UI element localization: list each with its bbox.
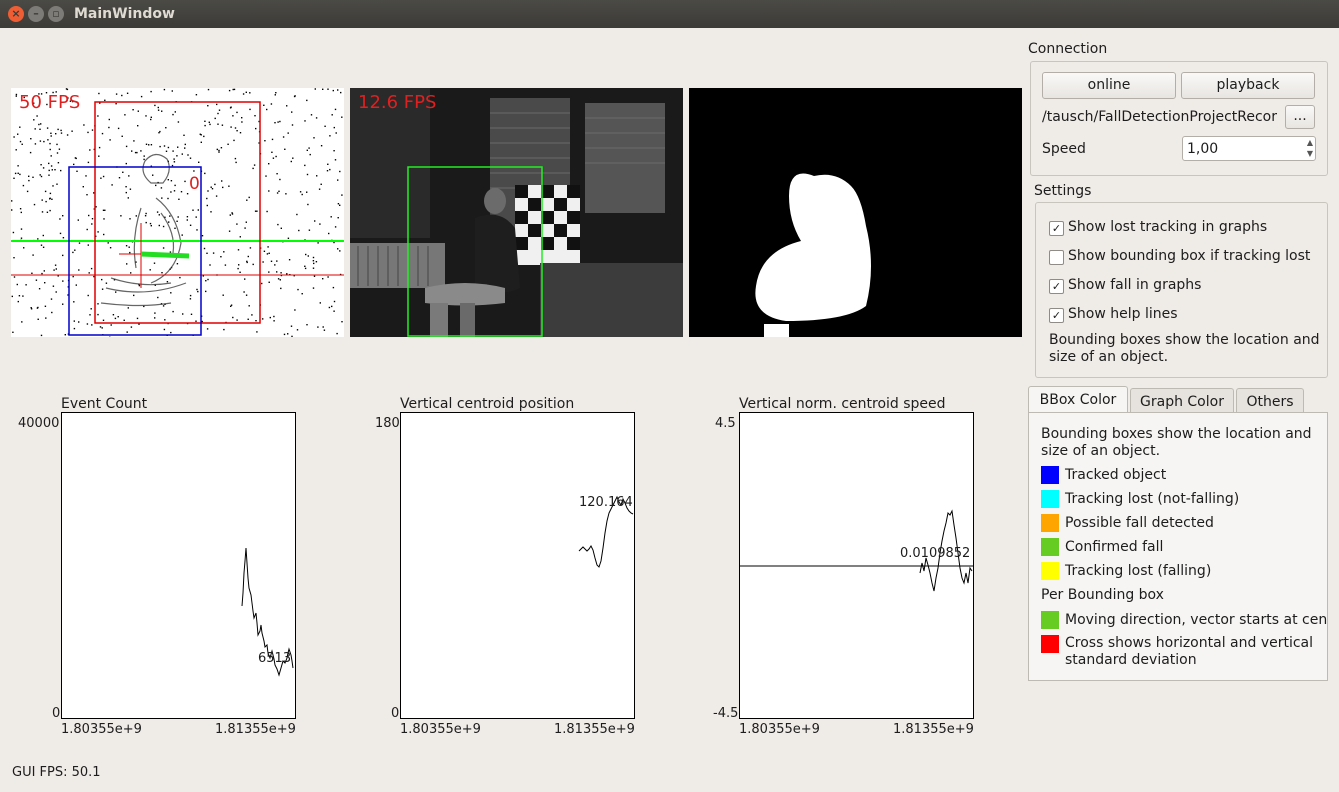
plot-value-label: 120.164 (579, 495, 633, 510)
y-max-label: 40000 (18, 416, 60, 431)
legend-label: Moving direction, vector starts at cen (1065, 612, 1328, 628)
spin-up-icon[interactable]: ▲ (1307, 138, 1313, 147)
speed-spinbox[interactable]: 1,00 ▲ ▼ (1182, 136, 1316, 161)
settings-group-label: Settings (1034, 183, 1092, 199)
checkbox-help-lines[interactable]: ✓ (1049, 308, 1064, 323)
bbox-desc-line1: Bounding boxes show the location and (1041, 426, 1312, 442)
plot-value-label: 6513 (258, 651, 292, 666)
speed-value: 1,00 (1187, 141, 1219, 157)
spin-down-icon[interactable]: ▼ (1307, 149, 1313, 158)
bbox-desc-line2: size of an object. (1041, 443, 1161, 459)
checkbox-label[interactable]: Show bounding box if tracking lost (1068, 248, 1310, 264)
tab-others[interactable]: Others (1236, 388, 1304, 414)
settings-description-line1: Bounding boxes show the location and (1049, 332, 1320, 348)
legend-label: Tracking lost (not-falling) (1065, 491, 1240, 507)
playback-button[interactable]: playback (1181, 72, 1315, 99)
connection-group: online playback /tausch/FallDetectionPro… (1030, 61, 1328, 176)
recording-path-label: /tausch/FallDetectionProjectRecor (1042, 109, 1278, 125)
checkbox-lost-tracking[interactable]: ✓ (1049, 221, 1064, 236)
tab-bbox-color[interactable]: BBox Color (1028, 386, 1128, 414)
maximize-icon: ▫ (52, 7, 60, 20)
color-swatch-possible-fall[interactable] (1041, 514, 1059, 532)
checkbox-label[interactable]: Show fall in graphs (1068, 277, 1201, 293)
grayscale-camera-image (350, 88, 683, 337)
event-camera-image (11, 88, 344, 337)
y-min-label: 0 (52, 706, 61, 721)
y-min-label: -4.5 (713, 706, 739, 721)
x-min-label: 1.80355e+9 (400, 722, 481, 737)
legend-label: Possible fall detected (1065, 515, 1214, 531)
plot-value-label: 0.0109852 (900, 546, 971, 561)
x-min-label: 1.80355e+9 (739, 722, 820, 737)
connection-group-label: Connection (1028, 41, 1108, 57)
grayscale-camera-view: 12.6 FPS (350, 88, 683, 337)
color-swatch-lost-not-falling[interactable] (1041, 490, 1059, 508)
legend-label: Cross shows horizontal and vertical (1065, 635, 1314, 651)
minimize-window-button[interactable]: – (28, 6, 44, 22)
settings-description-line2: size of an object. (1049, 349, 1169, 365)
plot-title: Vertical norm. centroid speed (739, 396, 946, 412)
y-max-label: 4.5 (715, 416, 736, 431)
tab-graph-color[interactable]: Graph Color (1130, 388, 1234, 414)
color-swatch-cross[interactable] (1041, 635, 1059, 653)
plot-title: Vertical centroid position (400, 396, 575, 412)
fps-label-grayscale: 12.6 FPS (358, 92, 437, 113)
track-id-label: 0 (189, 174, 200, 194)
segmentation-mask-view (689, 88, 1022, 337)
moving-direction-vector (140, 251, 190, 259)
checkbox-bbox-lost[interactable] (1049, 250, 1064, 265)
x-max-label: 1.81355e+9 (893, 722, 974, 737)
checkbox-label[interactable]: Show help lines (1068, 306, 1178, 322)
fps-label-event: 50 FPS (19, 92, 81, 113)
color-swatch-lost-falling[interactable] (1041, 562, 1059, 580)
event-count-plot: 6513 (61, 412, 296, 719)
vertical-centroid-position-plot: 120.164 (400, 412, 635, 719)
legend-label: Confirmed fall (1065, 539, 1164, 555)
y-max-label: 180 (375, 416, 400, 431)
title-bar: × – ▫ MainWindow (0, 0, 1339, 28)
maximize-window-button[interactable]: ▫ (48, 6, 64, 22)
color-swatch-tracked[interactable] (1041, 466, 1059, 484)
x-min-label: 1.80355e+9 (61, 722, 142, 737)
minimize-icon: – (33, 7, 39, 20)
x-max-label: 1.81355e+9 (215, 722, 296, 737)
checkbox-show-fall[interactable]: ✓ (1049, 279, 1064, 294)
plot-title: Event Count (61, 396, 148, 412)
segmentation-mask-image (755, 173, 871, 337)
gui-fps-label: GUI FPS: 50.1 (12, 765, 101, 780)
browse-button[interactable]: ... (1285, 105, 1315, 129)
settings-group: ✓ Show lost tracking in graphs Show boun… (1035, 202, 1328, 378)
close-window-button[interactable]: × (8, 6, 24, 22)
legend-label: Tracking lost (falling) (1065, 563, 1212, 579)
y-min-label: 0 (391, 706, 400, 721)
window-title: MainWindow (74, 6, 175, 22)
per-bbox-label: Per Bounding box (1041, 587, 1164, 603)
checkbox-label[interactable]: Show lost tracking in graphs (1068, 219, 1267, 235)
close-icon: × (11, 7, 21, 20)
bounding-box-red (94, 101, 261, 324)
speed-label: Speed (1042, 141, 1086, 157)
bbox-color-tab-panel: Bounding boxes show the location and siz… (1028, 412, 1328, 681)
event-camera-view: 50 FPS 0 (11, 88, 344, 337)
vertical-centroid-speed-plot: 0.0109852 (739, 412, 974, 719)
legend-label: Tracked object (1065, 467, 1167, 483)
color-swatch-confirmed-fall[interactable] (1041, 538, 1059, 556)
x-max-label: 1.81355e+9 (554, 722, 635, 737)
online-button[interactable]: online (1042, 72, 1176, 99)
legend-label: standard deviation (1065, 652, 1197, 668)
color-swatch-moving-direction[interactable] (1041, 611, 1059, 629)
